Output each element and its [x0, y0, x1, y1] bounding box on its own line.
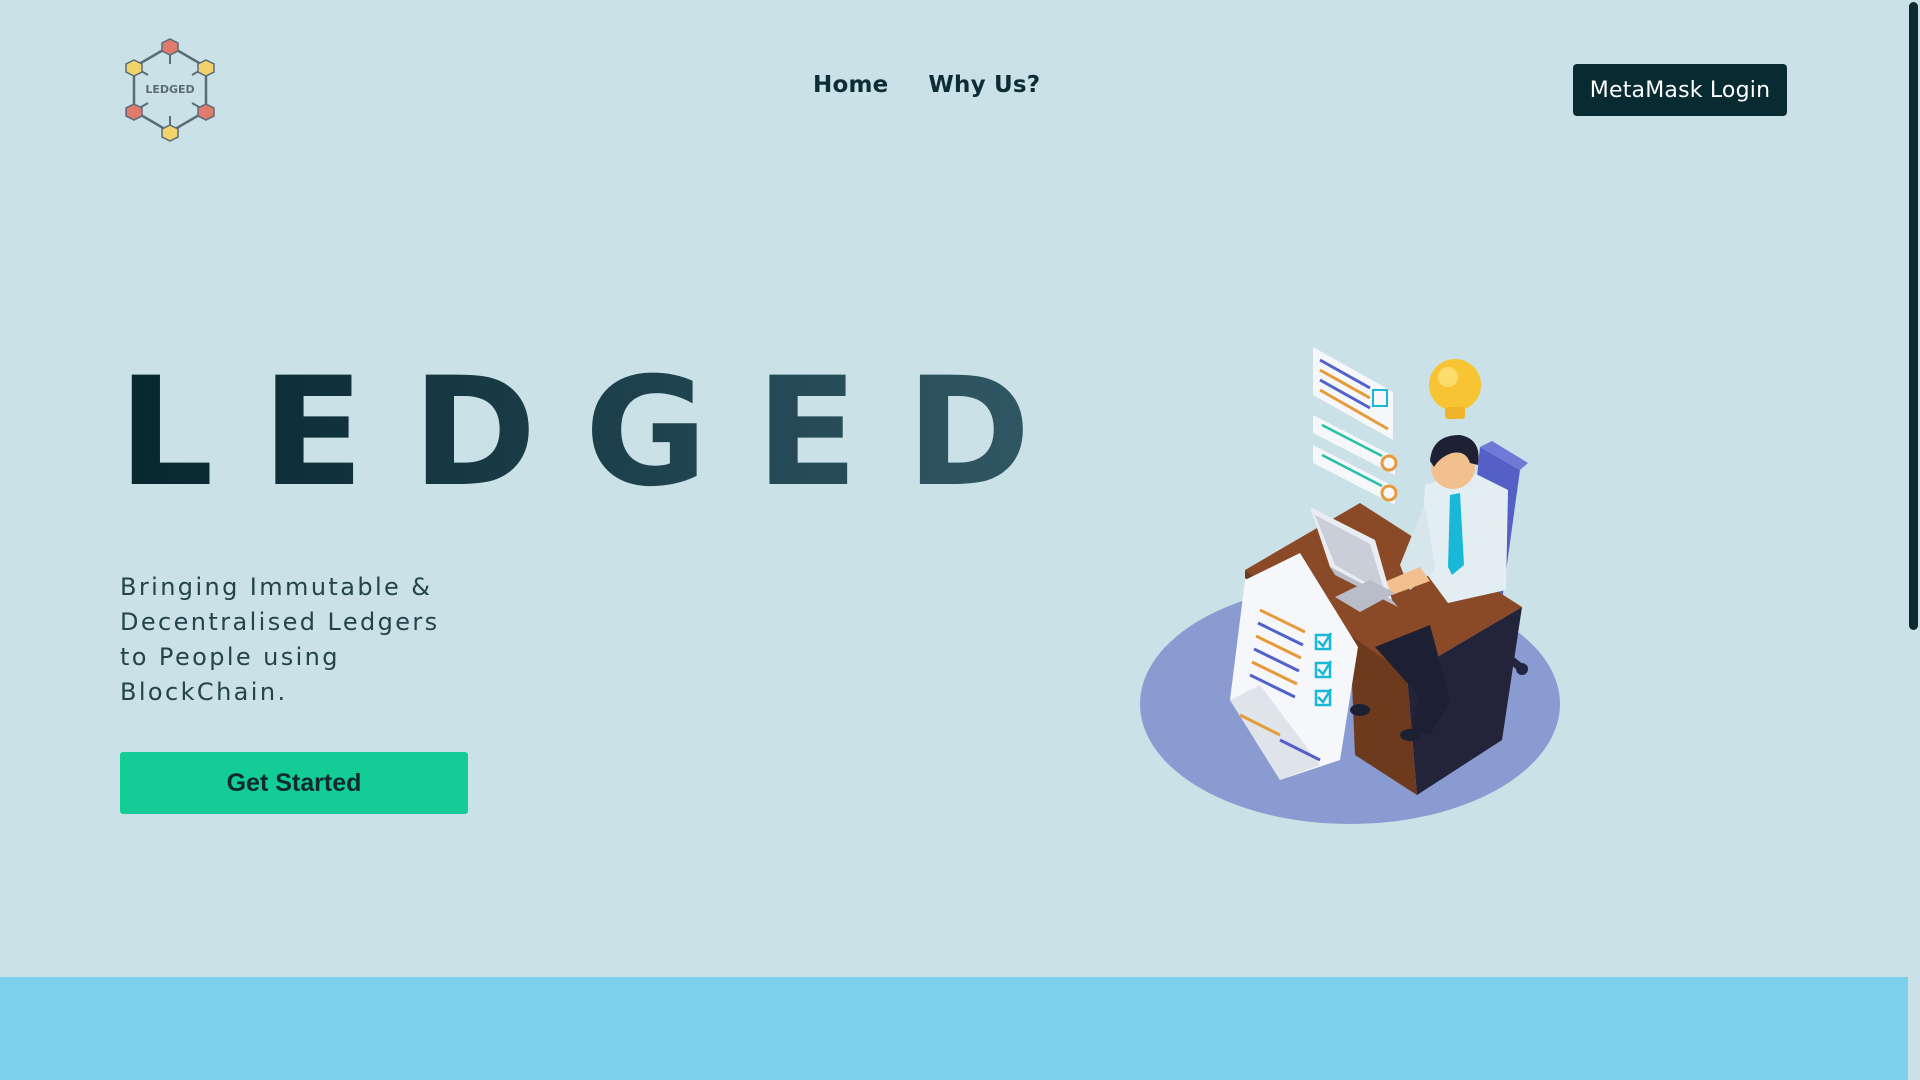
- next-section-band: [0, 977, 1908, 1080]
- logo-text: LEDGED: [145, 83, 194, 96]
- nav-why-us-link[interactable]: Why Us?: [928, 72, 1040, 98]
- page: LEDGED Home Why Us? MetaMask Login LEDGE…: [0, 0, 1920, 1080]
- hero-subtitle: Bringing Immutable & Decentralised Ledge…: [120, 573, 440, 706]
- main-nav: Home Why Us?: [813, 72, 1040, 98]
- ledged-logo-icon[interactable]: LEDGED: [122, 38, 218, 142]
- scrollbar-thumb[interactable]: [1909, 2, 1918, 630]
- nav-home-link[interactable]: Home: [813, 72, 888, 98]
- hero-title: LEDGED: [118, 346, 1079, 520]
- page-scrollbar[interactable]: [1908, 0, 1920, 1080]
- metamask-login-button[interactable]: MetaMask Login: [1573, 64, 1787, 116]
- get-started-button[interactable]: Get Started: [120, 752, 468, 814]
- person-at-desk-illustration: [1140, 347, 1560, 824]
